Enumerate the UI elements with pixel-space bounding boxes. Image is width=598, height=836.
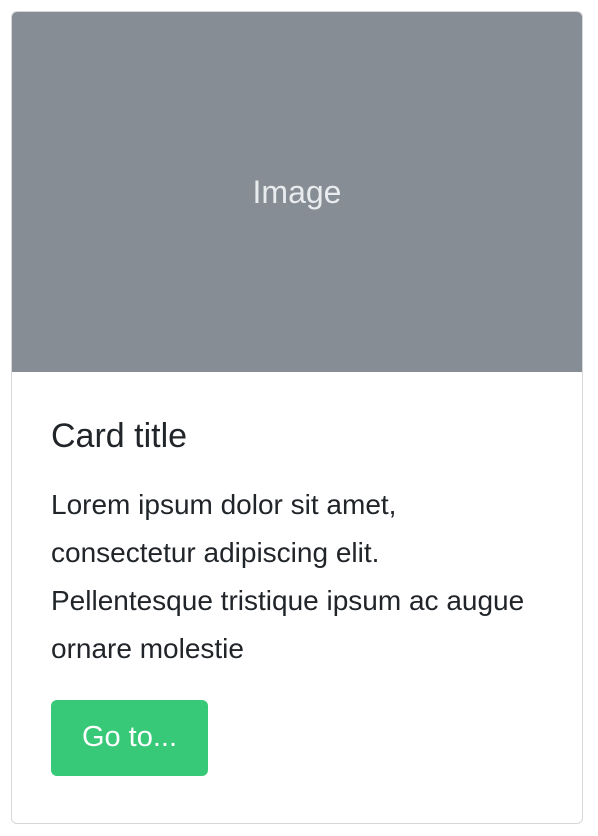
card-body: Card title Lorem ipsum dolor sit amet, c…	[12, 372, 582, 776]
content-card: Image Card title Lorem ipsum dolor sit a…	[11, 11, 583, 824]
image-placeholder-label: Image	[252, 174, 342, 210]
go-to-button[interactable]: Go to...	[51, 699, 208, 776]
card-image-placeholder: Image	[12, 12, 582, 372]
card-title: Card title	[51, 417, 188, 455]
card-text: Lorem ipsum dolor sit amet, consectetur …	[51, 488, 525, 664]
